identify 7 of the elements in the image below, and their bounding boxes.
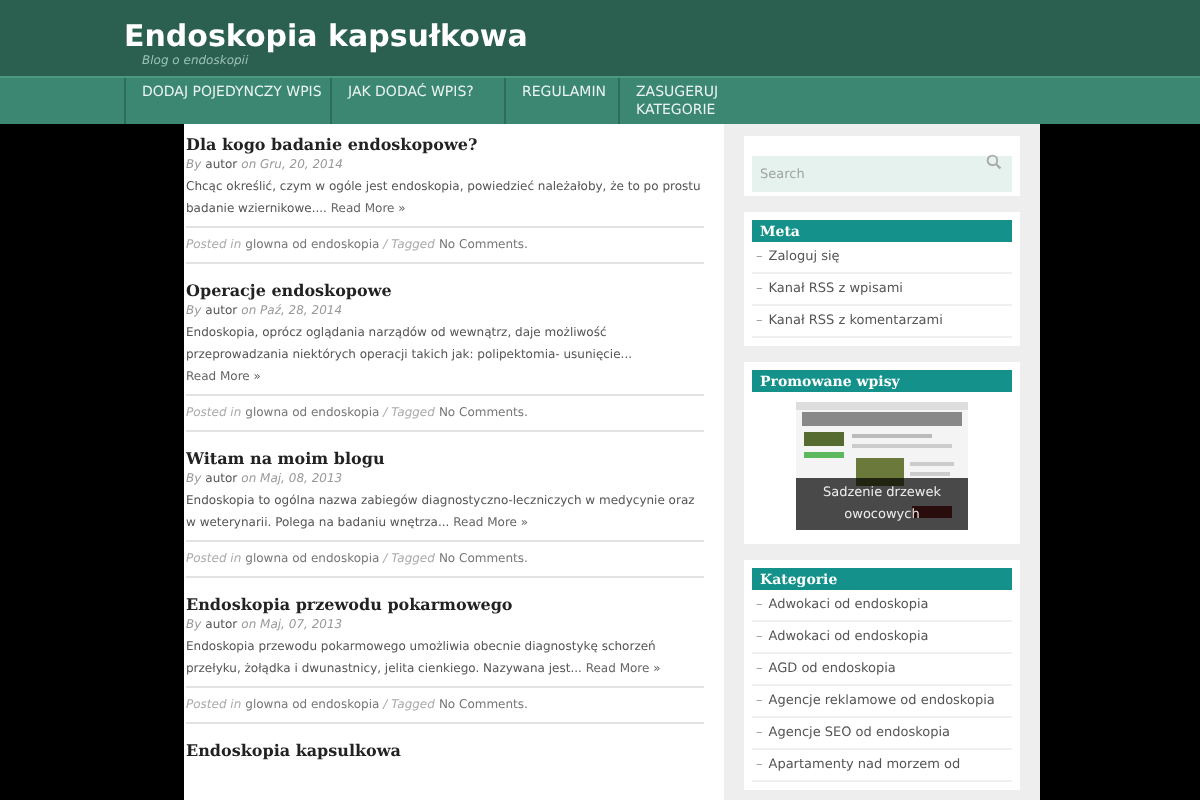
post-title[interactable]: Witam na moim blogu — [186, 446, 704, 470]
search-icon[interactable] — [986, 154, 1002, 170]
post-title[interactable]: Dla kogo badanie endoskopowe? — [186, 132, 704, 156]
post-title[interactable]: Endoskopia kapsulkowa — [186, 738, 704, 762]
post-title[interactable]: Endoskopia przewodu pokarmowego — [186, 592, 704, 616]
post-title[interactable]: Operacje endoskopowe — [186, 278, 704, 302]
site-title[interactable]: Endoskopia kapsułkowa — [124, 18, 528, 54]
